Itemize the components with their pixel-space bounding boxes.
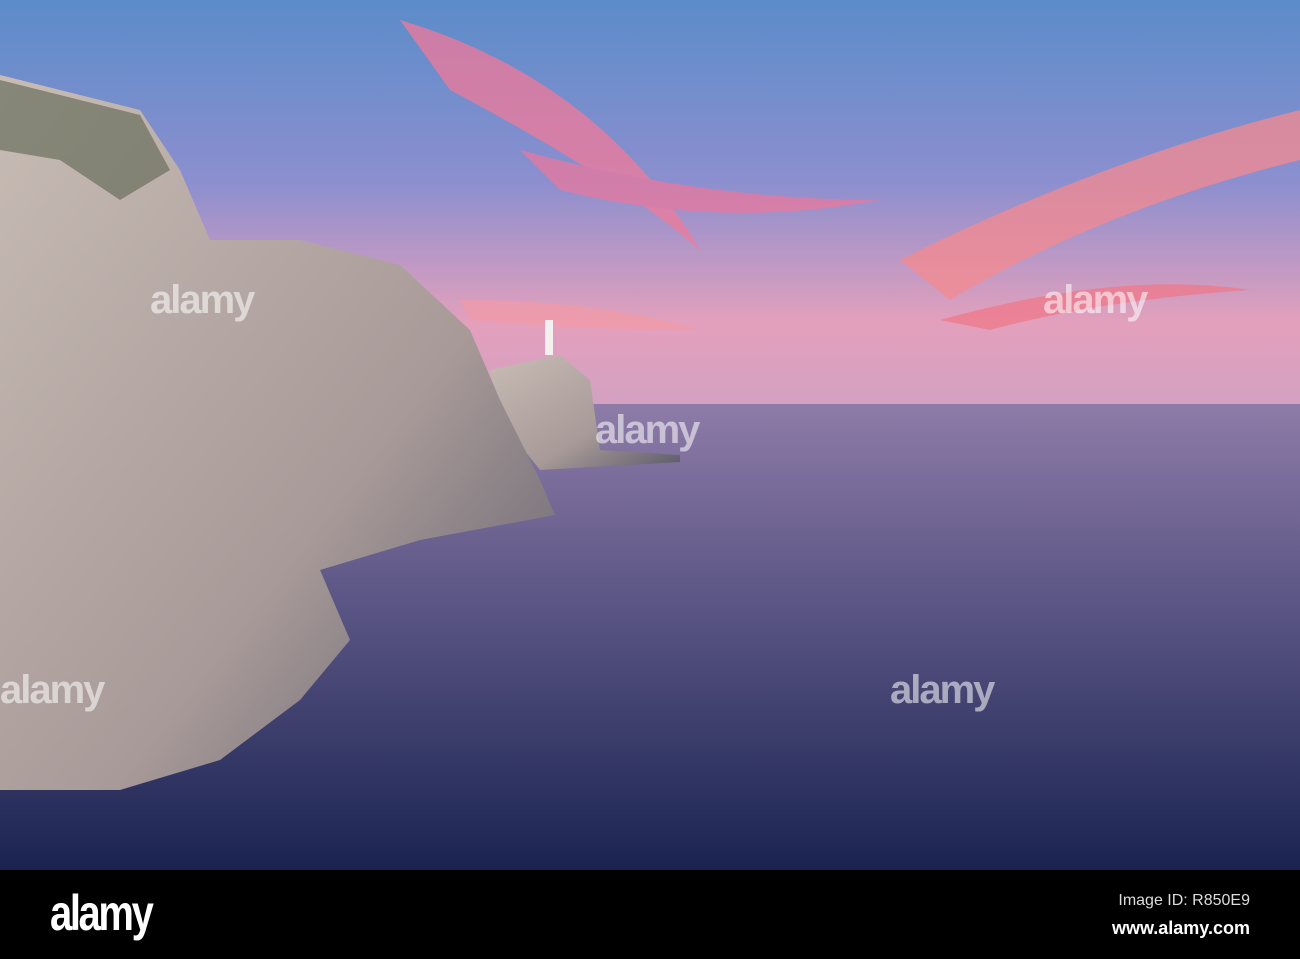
alamy-logo: alamy (50, 885, 154, 941)
site-url: www.alamy.com (1111, 918, 1250, 938)
image-id: Image ID: R850E9 (1118, 892, 1250, 909)
watermark: alamy (1043, 278, 1148, 322)
watermark: alamy (890, 668, 995, 712)
footer-bar: alamy Image ID: R850E9 www.alamy.com (0, 870, 1300, 959)
watermark: alamy (0, 668, 105, 712)
watermark: alamy (150, 278, 255, 322)
stock-photo-page: alamy alamy alamy alamy alamy alamy Imag… (0, 0, 1300, 959)
watermark: alamy (595, 408, 700, 452)
lighthouse (545, 320, 553, 355)
